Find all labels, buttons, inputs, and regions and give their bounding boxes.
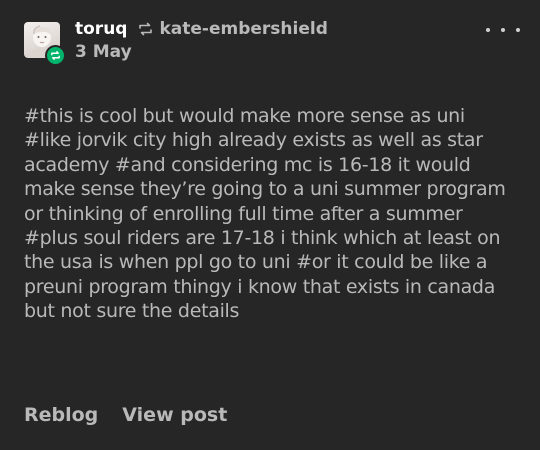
tag-link[interactable]: #this is cool but would make more sense … bbox=[24, 105, 465, 127]
attribution-row: toruq kate-embershield bbox=[75, 18, 328, 40]
more-options-button[interactable] bbox=[486, 20, 520, 40]
more-options-icon bbox=[486, 28, 490, 32]
post-footer: Reblog View post bbox=[24, 404, 227, 426]
view-post-button[interactable]: View post bbox=[122, 404, 227, 426]
author-username[interactable]: toruq bbox=[75, 19, 127, 39]
post-header: toruq kate-embershield 3 May bbox=[24, 18, 520, 70]
post-date: 3 May bbox=[75, 42, 132, 62]
reblog-source-username[interactable]: kate-embershield bbox=[159, 19, 327, 39]
post-tags: #this is cool but would make more sense … bbox=[24, 104, 516, 324]
reblog-icon bbox=[138, 22, 153, 36]
avatar[interactable] bbox=[24, 22, 66, 66]
post-card: toruq kate-embershield 3 May #this is co… bbox=[0, 0, 540, 450]
reblog-button[interactable]: Reblog bbox=[24, 404, 98, 426]
more-options-icon bbox=[501, 28, 505, 32]
reblog-badge-icon bbox=[45, 45, 66, 66]
post-meta: toruq kate-embershield 3 May bbox=[75, 18, 328, 64]
more-options-icon bbox=[516, 28, 520, 32]
